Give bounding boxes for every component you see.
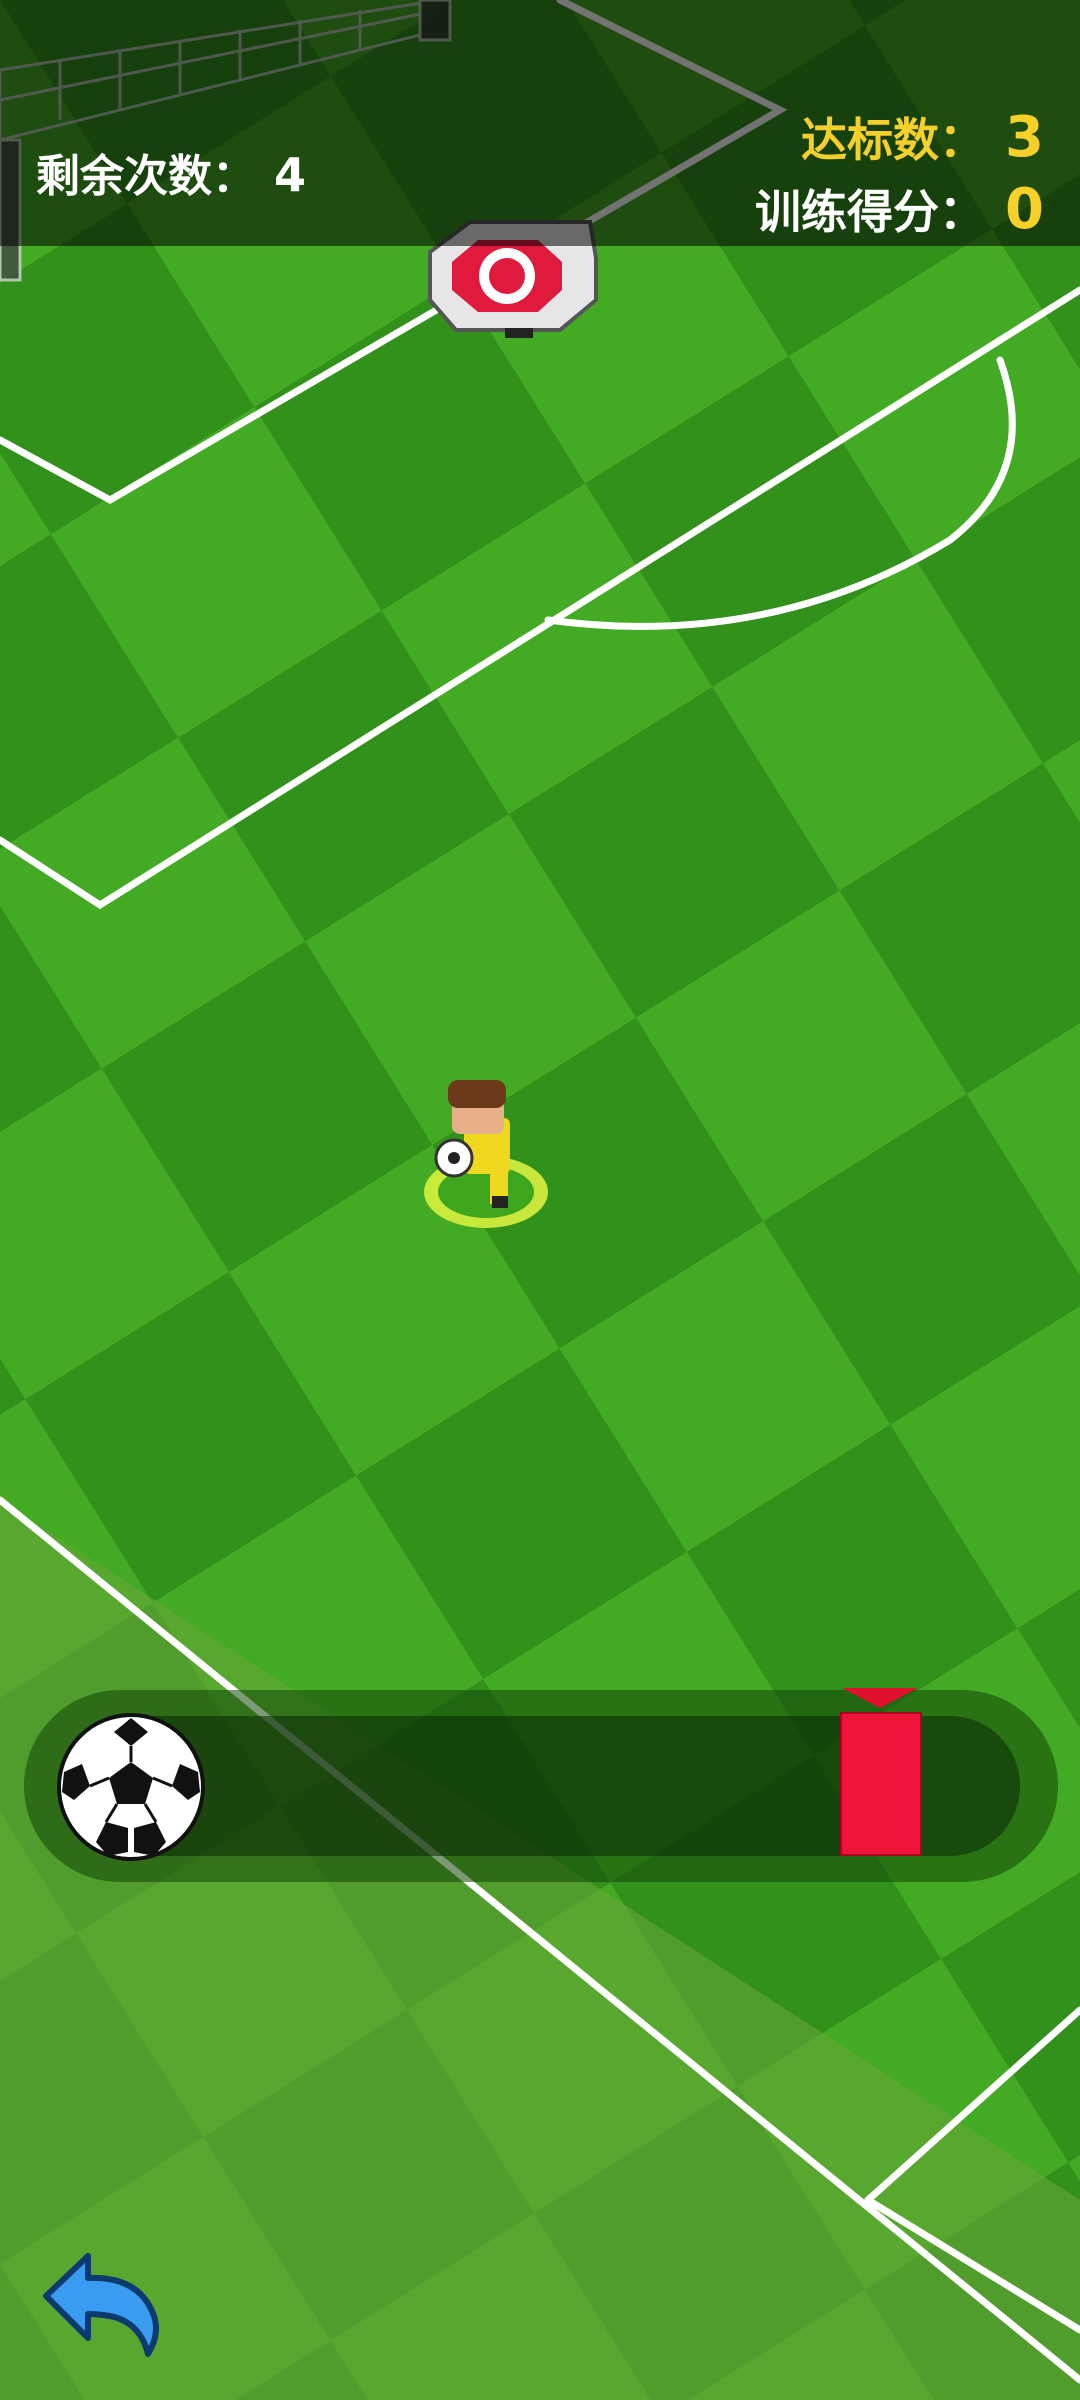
- soccer-ball-icon: [57, 1713, 205, 1861]
- remaining-value: 4: [274, 148, 307, 202]
- soccer-field: [0, 0, 1080, 2400]
- target-label: 达标数：: [801, 113, 986, 167]
- back-arrow-icon[interactable]: [40, 2250, 164, 2360]
- score-value: 0: [1005, 177, 1044, 242]
- remaining-label: 剩余次数：: [36, 151, 256, 202]
- power-marker-icon: [840, 1712, 922, 1856]
- target-value: 3: [1005, 105, 1044, 170]
- remaining-attempts: 剩余次数： 4: [36, 140, 306, 204]
- score-label: 训练得分：: [755, 185, 986, 239]
- power-marker-tip: [842, 1688, 918, 1708]
- target-count: 达标数： 3: [801, 104, 1044, 170]
- training-score: 训练得分： 0: [755, 176, 1044, 242]
